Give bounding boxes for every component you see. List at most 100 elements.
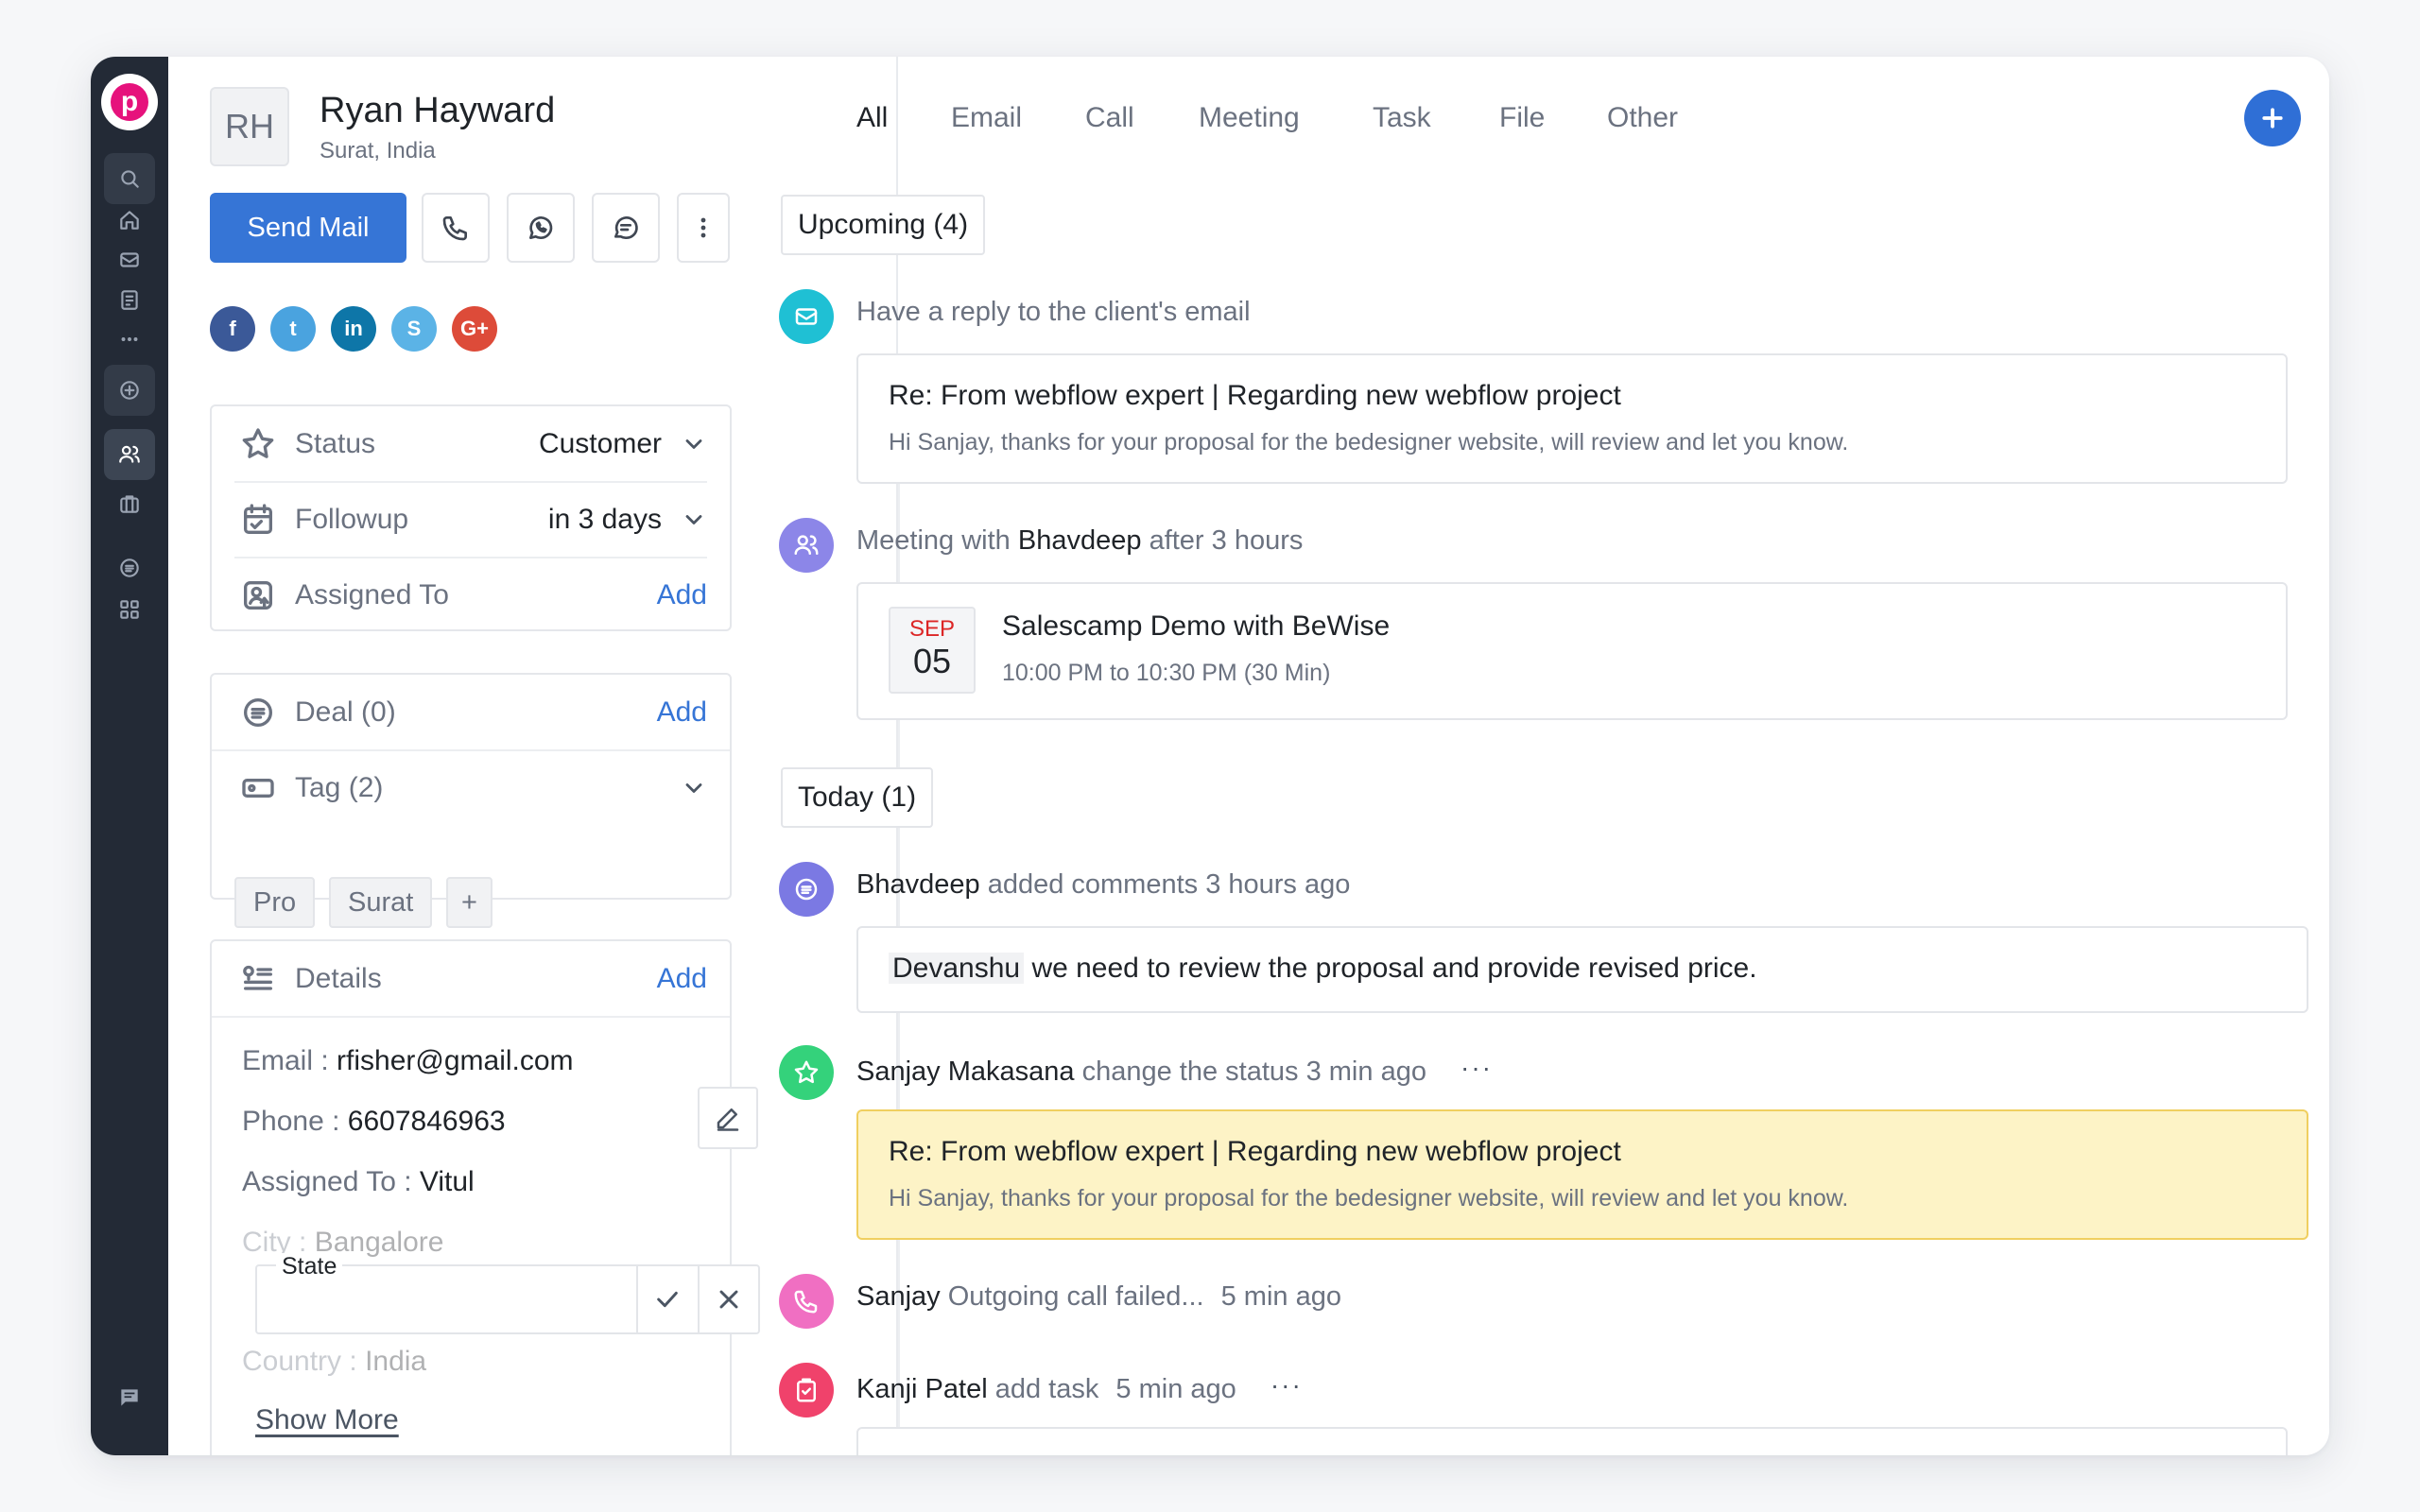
tab-file[interactable]: File xyxy=(1499,102,1545,134)
brand-logo[interactable]: p xyxy=(101,74,158,130)
contact-name: Ryan Hayward xyxy=(320,91,556,130)
task-activity-text: Kanji Patel add task 5 min ago ··· xyxy=(856,1370,1303,1405)
sidebar-plus-circle-icon[interactable] xyxy=(104,365,155,416)
add-detail-button[interactable]: Add xyxy=(657,963,707,995)
phone-key: Phone : xyxy=(242,1106,340,1137)
tag-row[interactable]: Tag (2) xyxy=(212,750,730,826)
tab-task[interactable]: Task xyxy=(1373,102,1431,134)
state-field-label: State xyxy=(276,1253,343,1280)
show-more-link[interactable]: Show More xyxy=(255,1404,399,1436)
chevron-down-icon[interactable] xyxy=(681,775,707,801)
status-meta: change the status 3 min ago xyxy=(1081,1057,1426,1087)
more-actions-button[interactable] xyxy=(677,193,730,263)
tab-email[interactable]: Email xyxy=(951,102,1022,134)
edit-email-button[interactable] xyxy=(698,1087,758,1149)
meeting-time: 10:00 PM to 10:30 PM (30 Min) xyxy=(1002,660,1331,686)
tab-meeting[interactable]: Meeting xyxy=(1199,102,1300,134)
status-label: Status xyxy=(295,428,376,459)
email-activity-card[interactable]: Re: From webflow expert | Regarding new … xyxy=(856,353,2288,484)
add-activity-button[interactable] xyxy=(2244,90,2301,146)
plus-icon xyxy=(2262,108,2283,129)
followup-value: in 3 days xyxy=(547,504,662,535)
followup-label: Followup xyxy=(295,504,409,535)
contact-info-card: Status Customer Followup in 3 days Assig… xyxy=(210,404,732,631)
meeting-person[interactable]: Bhavdeep xyxy=(1018,525,1142,556)
call-time: 5 min ago xyxy=(1220,1281,1341,1312)
sidebar-grid-icon[interactable] xyxy=(104,584,155,635)
phone-icon xyxy=(442,216,467,241)
comment-text: we need to review the proposal and provi… xyxy=(1031,953,1757,984)
meeting-title: Salescamp Demo with BeWise xyxy=(1002,610,1391,642)
task-activity-card[interactable] xyxy=(856,1427,2288,1455)
meeting-suffix: after 3 hours xyxy=(1149,525,1304,556)
call-activity-dot xyxy=(779,1274,834,1329)
sidebar-briefcase-icon[interactable] xyxy=(104,478,155,529)
call-meta: Outgoing call failed... xyxy=(947,1281,1204,1312)
call-activity-text: Sanjay Outgoing call failed... 5 min ago xyxy=(856,1281,1341,1313)
linkedin-icon[interactable]: in xyxy=(331,306,376,352)
tab-all[interactable]: All xyxy=(856,102,888,134)
facebook-icon[interactable]: f xyxy=(210,306,255,352)
contact-location: Surat, India xyxy=(320,138,436,163)
phone-value[interactable]: 6607846963 xyxy=(348,1106,506,1137)
comment-mention[interactable]: Devanshu xyxy=(889,953,1025,984)
contact-panel: RH Ryan Hayward Surat, India Send Mail f… xyxy=(168,57,898,1455)
email-activity-text: Have a reply to the client's email xyxy=(856,297,1251,327)
details-header: Details Add xyxy=(212,941,730,1017)
tag-icon xyxy=(238,768,278,808)
calendar-icon xyxy=(238,500,278,540)
city-detail: City : Bangalore xyxy=(242,1227,443,1259)
divider xyxy=(212,1016,730,1018)
tag-chip[interactable]: Surat xyxy=(329,877,433,928)
sidebar-users-icon[interactable] xyxy=(104,429,155,480)
cancel-state-button[interactable] xyxy=(697,1266,759,1332)
comment-activity-card[interactable]: Devanshu we need to review the proposal … xyxy=(856,926,2308,1013)
google-plus-icon[interactable]: G+ xyxy=(452,306,497,352)
tag-chip[interactable]: Pro xyxy=(234,877,316,928)
message-button[interactable] xyxy=(592,193,660,263)
message-icon xyxy=(614,216,638,240)
tab-call[interactable]: Call xyxy=(1085,102,1134,134)
task-person[interactable]: Kanji Patel xyxy=(856,1374,988,1404)
country-key: Country : xyxy=(242,1346,357,1377)
email-key: Email : xyxy=(242,1045,329,1076)
comment-meta: added comments 3 hours ago xyxy=(987,869,1351,900)
add-deal-button[interactable]: Add xyxy=(657,696,707,729)
status-person[interactable]: Sanjay Makasana xyxy=(856,1057,1075,1087)
confirm-state-button[interactable] xyxy=(636,1266,698,1332)
email-value[interactable]: rfisher@gmail.com xyxy=(337,1045,574,1076)
chevron-down-icon[interactable] xyxy=(681,431,707,457)
comment-person[interactable]: Bhavdeep xyxy=(856,869,980,900)
call-person[interactable]: Sanjay xyxy=(856,1281,941,1312)
star-icon xyxy=(238,424,278,464)
email-subject: Re: From webflow expert | Regarding new … xyxy=(889,380,1621,411)
country-detail: Country : India xyxy=(242,1346,426,1378)
tab-other[interactable]: Other xyxy=(1607,102,1678,134)
status-more-icon[interactable]: ··· xyxy=(1461,1053,1493,1083)
task-more-icon[interactable]: ··· xyxy=(1270,1370,1303,1400)
followup-row[interactable]: Followup in 3 days xyxy=(212,482,730,558)
email-detail: Email : rfisher@gmail.com xyxy=(242,1045,574,1077)
deal-row: Deal (0) Add xyxy=(212,675,730,750)
star-icon xyxy=(794,1060,819,1084)
upcoming-section-label: Upcoming (4) xyxy=(781,195,986,255)
assigned-key: Assigned To : xyxy=(242,1166,412,1197)
skype-icon[interactable]: S xyxy=(391,306,437,352)
chevron-down-icon[interactable] xyxy=(681,507,707,533)
comment-activity-dot xyxy=(779,862,834,917)
twitter-icon[interactable]: t xyxy=(270,306,316,352)
sidebar-chat-icon[interactable] xyxy=(104,1372,155,1423)
add-tag-button[interactable]: + xyxy=(446,877,493,928)
clipboard-check-icon xyxy=(797,1378,816,1402)
whatsapp-icon xyxy=(529,216,553,240)
sidebar-more-horizontal-icon[interactable] xyxy=(104,314,155,365)
status-value: Customer xyxy=(538,428,662,459)
send-mail-button[interactable]: Send Mail xyxy=(210,193,406,263)
whatsapp-button[interactable] xyxy=(507,193,575,263)
status-row[interactable]: Status Customer xyxy=(212,406,730,482)
add-assignee-button[interactable]: Add xyxy=(657,579,707,611)
details-list-icon xyxy=(238,959,278,999)
call-button[interactable] xyxy=(422,193,490,263)
meeting-activity-card[interactable]: SEP 05 Salescamp Demo with BeWise 10:00 … xyxy=(856,582,2288,720)
status-activity-card[interactable]: Re: From webflow expert | Regarding new … xyxy=(856,1109,2308,1240)
